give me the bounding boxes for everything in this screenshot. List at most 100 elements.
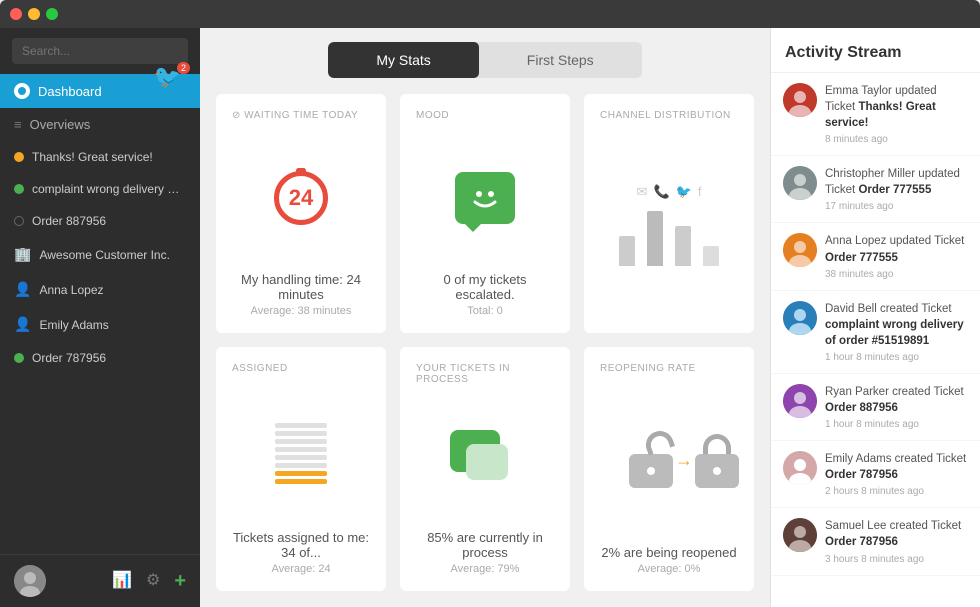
activity-text-christopher: Christopher Miller updated Ticket Order … [825, 166, 968, 198]
stats-grid: ⊘ WAITING TIME TODAY 24 My handling time… [200, 78, 770, 607]
sidebar-item-label: Order 887956 [32, 214, 106, 228]
stat-desc-mood: 0 of my tickets escalated. [416, 272, 554, 302]
user-icon: 👤 [14, 316, 31, 333]
activity-item-anna: Anna Lopez updated Ticket Order 777555 3… [771, 223, 980, 290]
activity-text-emma: Emma Taylor updated Ticket Thanks! Great… [825, 83, 968, 131]
activity-content-christopher: Christopher Miller updated Ticket Order … [825, 166, 968, 212]
activity-item-ryan: Ryan Parker created Ticket Order 887956 … [771, 374, 980, 441]
avatar[interactable] [14, 565, 46, 597]
phone-icon: 📞 [653, 184, 669, 200]
sidebar-item-label: Emily Adams [39, 318, 108, 332]
activity-item-david: David Bell created Ticket complaint wron… [771, 291, 980, 374]
status-dot-none [14, 216, 24, 226]
facebook-icon: f [698, 184, 702, 200]
stat-sub-in-process: Average: 79% [451, 563, 520, 575]
activity-time-christopher: 17 minutes ago [825, 201, 968, 212]
add-icon[interactable]: + [174, 570, 186, 593]
activity-time-emily: 2 hours 8 minutes ago [825, 486, 968, 497]
stat-desc-in-process: 85% are currently in process [416, 530, 554, 560]
sidebar: 🐦 2 Dashboard ≡ Overviews Thanks! Great … [0, 28, 200, 607]
channel-icons-row: ✉ 📞 🐦 f [637, 184, 702, 200]
chat-bubbles-icon [450, 430, 520, 488]
sidebar-item-thanks[interactable]: Thanks! Great service! [0, 141, 200, 173]
smile-svg [467, 184, 503, 212]
sidebar-item-label: Overviews [30, 117, 91, 132]
channel-bars [619, 206, 719, 266]
channel-bar [675, 226, 691, 266]
window-chrome [0, 0, 980, 28]
activity-item-christopher: Christopher Miller updated Ticket Order … [771, 156, 980, 223]
sidebar-item-overviews[interactable]: ≡ Overviews [0, 108, 200, 141]
stats-icon[interactable]: 📊 [112, 570, 132, 593]
activity-text-ryan: Ryan Parker created Ticket Order 887956 [825, 384, 968, 416]
notification-badge: 2 [177, 62, 190, 74]
activity-stream: Activity Stream Emma Taylor updated Tick… [770, 28, 980, 607]
main-content: My Stats First Steps ⊘ WAITING TIME TODA… [200, 28, 770, 607]
stat-title-in-process: YOUR TICKETS IN PROCESS [416, 363, 554, 385]
timer-number: 24 [289, 185, 313, 211]
activity-content-samuel: Samuel Lee created Ticket Order 787956 3… [825, 518, 968, 564]
status-dot-green [14, 184, 24, 194]
activity-time-emma: 8 minutes ago [825, 134, 968, 145]
minimize-button[interactable] [28, 8, 40, 20]
sidebar-actions: 📊 ⚙ + [112, 570, 186, 593]
channel-bar [703, 246, 719, 266]
stat-desc-assigned: Tickets assigned to me: 34 of... [232, 530, 370, 560]
stat-content-in-process [450, 397, 520, 520]
avatar-ryan [783, 384, 817, 418]
stat-title-reopening: REOPENING RATE [600, 363, 696, 374]
stat-sub-waiting: Average: 38 minutes [251, 305, 352, 317]
bar-group-2 [647, 211, 663, 266]
activity-text-anna: Anna Lopez updated Ticket Order 777555 [825, 233, 968, 265]
stat-content-assigned [275, 386, 327, 520]
papers-icon [275, 423, 327, 484]
status-dot-green [14, 353, 24, 363]
stat-title-channel: CHANNEL DISTRIBUTION [600, 110, 731, 121]
sidebar-item-emily[interactable]: 👤 Emily Adams [0, 307, 200, 342]
stat-title-assigned: ASSIGNED [232, 363, 288, 374]
sidebar-item-awesome[interactable]: 🏢 Awesome Customer Inc. [0, 237, 200, 272]
activity-time-anna: 38 minutes ago [825, 269, 968, 280]
user-icon: 👤 [14, 281, 31, 298]
sidebar-bottom: 📊 ⚙ + [0, 554, 200, 607]
activity-time-ryan: 1 hour 8 minutes ago [825, 419, 968, 430]
tab-first-steps[interactable]: First Steps [479, 42, 642, 78]
tab-group: My Stats First Steps [328, 42, 641, 78]
maximize-button[interactable] [46, 8, 58, 20]
activity-text-samuel: Samuel Lee created Ticket Order 787956 [825, 518, 968, 550]
sidebar-item-order887956[interactable]: Order 887956 [0, 205, 200, 237]
sidebar-item-order787956[interactable]: Order 787956 [0, 342, 200, 374]
sidebar-item-complaint[interactable]: complaint wrong delivery of ord... [0, 173, 200, 205]
lock-icon: → [629, 429, 709, 493]
list-icon: ≡ [14, 117, 22, 132]
stat-card-in-process: YOUR TICKETS IN PROCESS 85% are currentl… [400, 347, 570, 591]
activity-item-emily: Emily Adams created Ticket Order 787956 … [771, 441, 980, 508]
sidebar-item-label: Order 787956 [32, 351, 106, 365]
stat-sub-mood: Total: 0 [467, 305, 502, 317]
search-input[interactable] [12, 38, 188, 64]
activity-text-emily: Emily Adams created Ticket Order 787956 [825, 451, 968, 483]
bar-group-4 [703, 246, 719, 266]
stat-sub-assigned: Average: 24 [271, 563, 330, 575]
stat-card-channel: CHANNEL DISTRIBUTION ✉ 📞 🐦 f [584, 94, 754, 333]
activity-content-anna: Anna Lopez updated Ticket Order 777555 3… [825, 233, 968, 279]
sidebar-item-label: Thanks! Great service! [32, 150, 153, 164]
avatar-david [783, 301, 817, 335]
avatar-emily [783, 451, 817, 485]
stat-desc-waiting: My handling time: 24 minutes [232, 272, 370, 302]
close-button[interactable] [10, 8, 22, 20]
activity-content-david: David Bell created Ticket complaint wron… [825, 301, 968, 363]
sidebar-item-anna[interactable]: 👤 Anna Lopez [0, 272, 200, 307]
stat-content-reopening: → [629, 386, 709, 535]
sidebar-item-label: complaint wrong delivery of ord... [32, 182, 186, 196]
stat-card-assigned: ASSIGNED Tickets assigned to me: 34 of..… [216, 347, 386, 591]
stat-desc-reopening: 2% are being reopened [601, 545, 736, 560]
activity-content-emily: Emily Adams created Ticket Order 787956 … [825, 451, 968, 497]
sidebar-item-label: Awesome Customer Inc. [39, 248, 170, 262]
email-icon: ✉ [637, 184, 648, 200]
arrow-icon: → [675, 450, 693, 471]
stat-content-waiting: 24 [269, 133, 333, 262]
settings-icon[interactable]: ⚙ [146, 570, 160, 593]
tab-my-stats[interactable]: My Stats [328, 42, 478, 78]
activity-time-david: 1 hour 8 minutes ago [825, 352, 968, 363]
